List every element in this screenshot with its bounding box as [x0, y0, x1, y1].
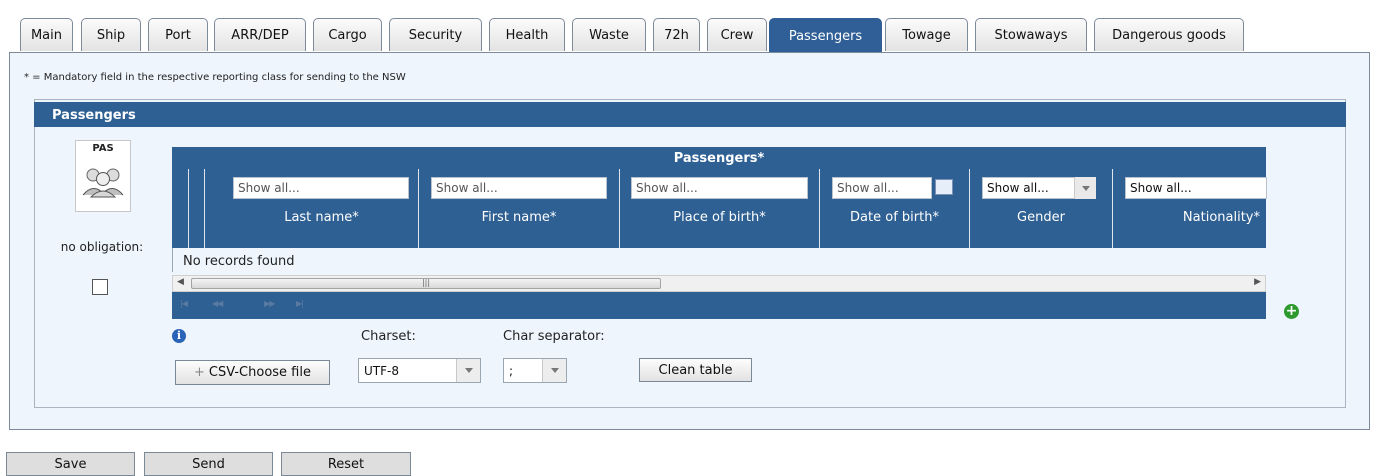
tab-waste[interactable]: Waste	[572, 18, 646, 51]
next-page-icon[interactable]: ▶▶	[264, 299, 284, 311]
no-obligation-checkbox[interactable]	[92, 279, 108, 295]
date-of-birth-header[interactable]: Date of birth*	[820, 210, 969, 225]
mandatory-note: * = Mandatory field in the respective re…	[24, 72, 406, 83]
char-separator-value: ;	[509, 364, 514, 378]
gender-filter-value: Show all...	[987, 181, 1049, 195]
tab-security[interactable]: Security	[389, 18, 482, 51]
first-page-icon[interactable]: |◀	[180, 299, 200, 311]
place-of-birth-filter[interactable]: Show all...	[631, 177, 808, 199]
tab-passengers[interactable]: Passengers	[769, 18, 882, 53]
add-row-icon[interactable]: +	[1284, 304, 1299, 319]
last-page-icon[interactable]: ▶|	[296, 299, 316, 311]
last-name-header[interactable]: Last name*	[205, 210, 418, 225]
plus-icon: +	[194, 365, 205, 380]
grid-header: Show all... Last name* Show all... First…	[172, 169, 1267, 248]
tab-main[interactable]: Main	[20, 18, 73, 51]
save-button[interactable]: Save	[6, 452, 135, 476]
column-place-of-birth: Show all... Place of birth*	[619, 169, 819, 248]
char-separator-label: Char separator:	[503, 329, 605, 344]
reset-button[interactable]: Reset	[281, 452, 411, 476]
gender-dropdown-arrow[interactable]	[1074, 177, 1096, 199]
tab-health[interactable]: Health	[489, 18, 565, 51]
tab-port[interactable]: Port	[148, 18, 208, 51]
column-actions	[188, 169, 204, 248]
csv-choose-file-label: CSV-Choose file	[208, 365, 311, 380]
column-first-name: Show all... First name*	[418, 169, 619, 248]
column-gender: Show all... Gender	[969, 169, 1112, 248]
send-button[interactable]: Send	[144, 452, 273, 476]
last-name-filter[interactable]: Show all...	[233, 177, 409, 199]
date-of-birth-filter[interactable]: Show all...	[832, 177, 932, 199]
pas-icon-label: PAS	[92, 143, 114, 154]
tab-ship[interactable]: Ship	[81, 18, 141, 51]
first-name-filter[interactable]: Show all...	[431, 177, 607, 199]
gender-header[interactable]: Gender	[970, 210, 1112, 225]
charset-dropdown-arrow[interactable]	[456, 359, 480, 382]
info-icon[interactable]: i	[172, 329, 186, 343]
csv-choose-file-button[interactable]: + CSV-Choose file	[175, 360, 330, 385]
tab-72h[interactable]: 72h	[653, 18, 700, 51]
nationality-filter[interactable]: Show all...	[1125, 177, 1267, 199]
nationality-header[interactable]: Nationality*	[1113, 210, 1266, 225]
prev-page-icon[interactable]: ◀◀	[212, 299, 232, 311]
people-icon	[82, 168, 124, 198]
grid-title: Passengers*	[172, 147, 1266, 169]
section-title: Passengers	[34, 102, 1346, 127]
charset-select[interactable]: UTF-8	[358, 358, 481, 383]
place-of-birth-header[interactable]: Place of birth*	[620, 210, 819, 225]
pas-icon: PAS	[75, 140, 131, 212]
tab-stowaways[interactable]: Stowaways	[975, 18, 1087, 51]
tab-dangerous-goods[interactable]: Dangerous goods	[1094, 18, 1244, 51]
column-date-of-birth: Show all... Date of birth*	[819, 169, 969, 248]
scroll-left-arrow-icon[interactable]: ◀	[177, 277, 184, 287]
first-name-header[interactable]: First name*	[419, 210, 619, 225]
tab-towage[interactable]: Towage	[885, 18, 968, 51]
column-last-name: Show all... Last name*	[204, 169, 418, 248]
scroll-right-arrow-icon[interactable]: ▶	[1254, 277, 1261, 287]
tab-crew[interactable]: Crew	[707, 18, 767, 51]
no-obligation-label: no obligation:	[60, 240, 144, 254]
column-select	[172, 169, 188, 248]
clean-table-button[interactable]: Clean table	[639, 358, 752, 382]
charset-label: Charset:	[361, 329, 416, 344]
scrollbar-thumb[interactable]: |||	[191, 278, 661, 289]
column-nationality: Show all... Nationality*	[1112, 169, 1267, 248]
no-records-message: No records found	[172, 248, 1266, 272]
char-separator-select[interactable]: ;	[503, 358, 567, 383]
grid-pager: |◀ ◀◀ ▶▶ ▶|	[172, 292, 1266, 319]
horizontal-scrollbar[interactable]: ◀ ||| ▶	[172, 275, 1266, 292]
charset-value: UTF-8	[364, 364, 399, 378]
tab-cargo[interactable]: Cargo	[313, 18, 382, 51]
calendar-icon[interactable]	[935, 179, 953, 195]
separator-dropdown-arrow[interactable]	[542, 359, 566, 382]
tab-arr-dep[interactable]: ARR/DEP	[214, 18, 306, 51]
